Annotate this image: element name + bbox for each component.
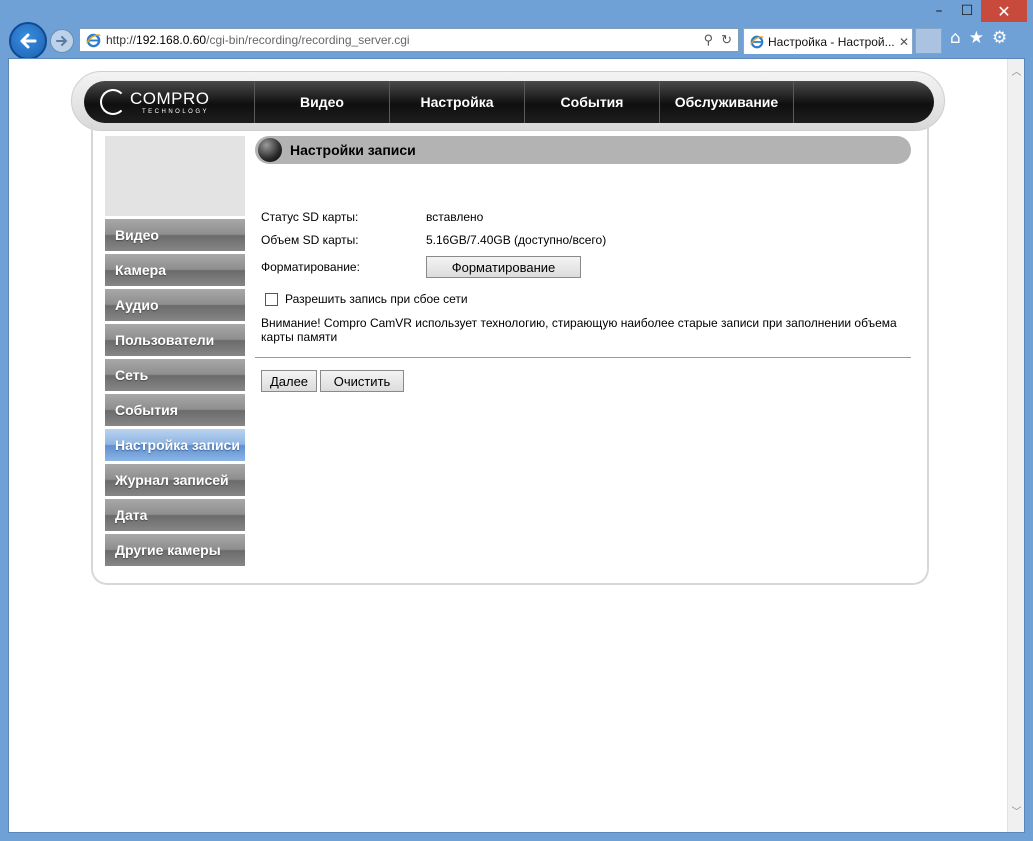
- format-button[interactable]: Форматирование: [426, 256, 581, 278]
- arrow-right-icon: [56, 36, 68, 46]
- search-icon[interactable]: ⚲: [704, 32, 714, 48]
- action-row: Далее Очистить: [261, 370, 404, 392]
- url-text: http://192.168.0.60/cgi-bin/recording/re…: [106, 33, 410, 47]
- home-icon[interactable]: ⌂: [950, 28, 961, 48]
- sd-size-label: Объем SD карты:: [261, 233, 359, 247]
- settings-icon[interactable]: ⚙: [992, 28, 1007, 48]
- refresh-icon[interactable]: ↻: [721, 32, 732, 48]
- next-button[interactable]: Далее: [261, 370, 317, 392]
- top-nav: COMPRO TECHNOLOGY Видео Настройка Событи…: [84, 81, 934, 123]
- nav-video[interactable]: Видео: [254, 81, 389, 123]
- nav-settings[interactable]: Настройка: [389, 81, 524, 123]
- section-header: Настройки записи: [255, 136, 911, 164]
- tab-title: Настройка - Настрой...: [768, 34, 895, 49]
- arrow-left-icon: [20, 33, 37, 49]
- nav-maintenance[interactable]: Обслуживание: [659, 81, 794, 123]
- forward-button[interactable]: [50, 29, 74, 53]
- sidebar-item-other-cameras[interactable]: Другие камеры: [105, 534, 245, 566]
- new-tab-button[interactable]: [915, 28, 942, 54]
- format-label: Форматирование:: [261, 260, 360, 274]
- logo-ring-icon: [100, 89, 126, 115]
- sidebar-item-date[interactable]: Дата: [105, 499, 245, 531]
- nav-events[interactable]: События: [524, 81, 659, 123]
- network-fail-row: Разрешить запись при сбое сети: [261, 292, 468, 306]
- sidebar-thumbnail: [105, 136, 245, 216]
- divider: [255, 357, 911, 358]
- network-fail-label: Разрешить запись при сбое сети: [285, 292, 468, 306]
- sidebar: Видео Камера Аудио Пользователи Сеть Соб…: [105, 136, 245, 566]
- section-ball-icon: [258, 138, 282, 162]
- scroll-down-icon[interactable]: ﹀: [1008, 803, 1025, 818]
- logo-sub: TECHNOLOGY: [142, 108, 210, 115]
- sd-status-value: вставлено: [426, 210, 484, 224]
- sd-status-label: Статус SD карты:: [261, 210, 359, 224]
- compro-logo: COMPRO TECHNOLOGY: [84, 81, 254, 123]
- main-content: Настройки записи Статус SD карты: вставл…: [255, 136, 913, 392]
- favorites-icon[interactable]: ★: [969, 28, 984, 48]
- ie-tab-icon: [750, 35, 764, 49]
- vertical-scrollbar[interactable]: ︿ ﹀: [1007, 59, 1024, 832]
- page-title: Настройки записи: [290, 142, 416, 158]
- page-viewport: ︿ ﹀ COMPRO TECHNOLOGY Видео Настройка Со…: [8, 58, 1025, 833]
- sidebar-item-events[interactable]: События: [105, 394, 245, 426]
- sd-size-row: Объем SD карты: 5.16GB/7.40GB (доступно/…: [261, 233, 606, 247]
- sidebar-item-video[interactable]: Видео: [105, 219, 245, 251]
- sidebar-item-users[interactable]: Пользователи: [105, 324, 245, 356]
- close-window-button[interactable]: ✕: [981, 0, 1027, 22]
- sidebar-item-camera[interactable]: Камера: [105, 254, 245, 286]
- ie-page-icon: [85, 32, 101, 48]
- logo-name: COMPRO: [130, 88, 210, 108]
- minimize-button[interactable]: –: [925, 0, 953, 22]
- browser-window: – ☐ ✕ http://192.168.0.60/cgi-bin/record…: [0, 0, 1033, 841]
- sidebar-item-audio[interactable]: Аудио: [105, 289, 245, 321]
- back-button[interactable]: [9, 22, 47, 60]
- sidebar-item-network[interactable]: Сеть: [105, 359, 245, 391]
- sd-size-value: 5.16GB/7.40GB (доступно/всего): [426, 233, 607, 247]
- scroll-up-icon[interactable]: ︿: [1008, 63, 1025, 78]
- address-bar[interactable]: http://192.168.0.60/cgi-bin/recording/re…: [79, 28, 739, 52]
- sidebar-item-recording-settings[interactable]: Настройка записи: [105, 429, 245, 461]
- network-fail-checkbox[interactable]: [265, 292, 278, 306]
- title-bar: – ☐ ✕: [0, 0, 1033, 24]
- sd-status-row: Статус SD карты: вставлено: [261, 210, 483, 224]
- format-row: Форматирование: Форматирование: [261, 256, 581, 278]
- warning-text: Внимание! Compro CamVR использует технол…: [261, 316, 897, 344]
- sidebar-item-recording-log[interactable]: Журнал записей: [105, 464, 245, 496]
- tab-close-icon[interactable]: ✕: [896, 35, 912, 49]
- maximize-button[interactable]: ☐: [953, 0, 981, 22]
- clear-button[interactable]: Очистить: [320, 370, 404, 392]
- browser-tab[interactable]: Настройка - Настрой... ✕: [743, 28, 913, 54]
